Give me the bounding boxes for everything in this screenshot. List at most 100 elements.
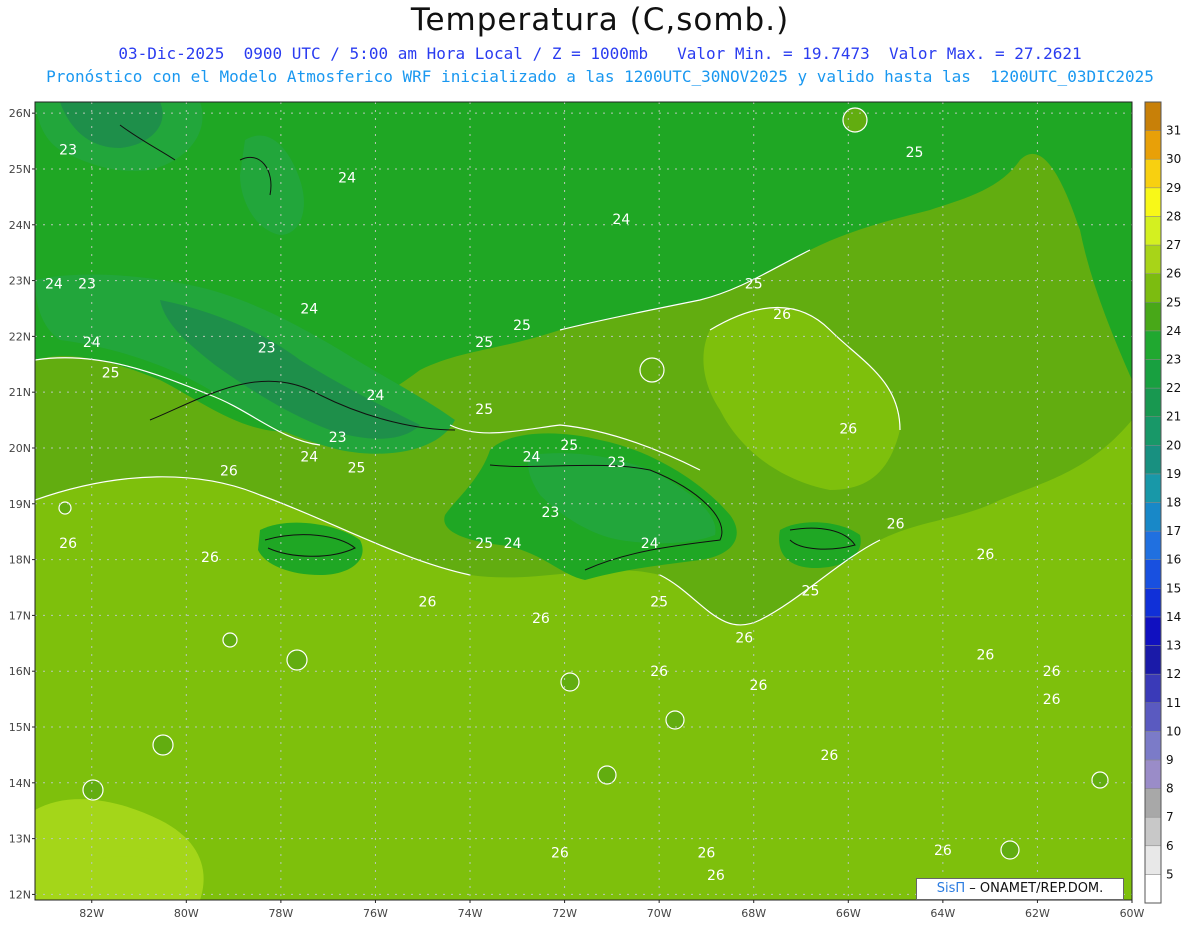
colorbar-swatch [1144,273,1162,303]
colorbar-label: 7 [1166,810,1174,824]
lat-label: 17N [9,609,31,622]
colorbar-label: 20 [1166,438,1181,452]
colorbar-swatch [1144,530,1162,560]
colorbar-label: 23 [1166,352,1181,366]
colorbar-swatch [1144,616,1162,646]
contour-label: 25 [802,583,820,599]
lon-label: 64W [930,907,955,920]
lat-label: 13N [9,833,31,846]
colorbar-swatch [1144,673,1162,704]
contour-label: 24 [338,170,356,186]
lat-label: 14N [9,777,31,790]
colorbar-swatch [1144,759,1162,789]
contour-label: 24 [641,536,659,552]
contour-label: 26 [977,547,995,563]
contour-label: 24 [367,388,385,404]
lon-label: 66W [836,907,861,920]
credit-text: – ONAMET/REP.DOM. [969,881,1104,896]
colorbar-swatch [1144,588,1162,618]
colorbar-swatch [1144,302,1162,332]
contour-label: 24 [300,449,318,465]
colorbar-label: 8 [1166,782,1174,796]
credit-box: SisΠ – ONAMET/REP.DOM. [916,878,1124,900]
colorbar-swatch [1144,645,1162,675]
contour-label: 26 [820,748,838,764]
contour-label: 26 [750,678,768,694]
sispi-logo: SisΠ [936,881,966,896]
colorbar-swatch [1144,874,1162,904]
contour-label: 26 [59,536,77,552]
contour-label: 26 [201,550,219,566]
contour-label: 25 [906,145,924,161]
colorbar-label: 31 [1166,124,1181,138]
latitude-labels: 26N 25N 24N 23N 22N 21N 20N 19N 18N 17N 16N 15N 14N 1… [9,107,35,901]
colorbar-label: 6 [1166,839,1174,853]
contour-label: 25 [513,318,531,334]
colorbar-label: 15 [1166,581,1181,595]
colorbar-swatch [1144,216,1162,246]
lon-label: 80W [174,907,199,920]
colorbar-label: 26 [1166,267,1181,281]
lon-label: 60W [1120,907,1145,920]
colorbar-swatch [1144,330,1162,360]
colorbar-label: 25 [1166,295,1181,309]
contour-label: 24 [523,449,541,465]
contour-label: 24 [612,212,630,228]
colorbar: 5 6 7 8 9 10 11 12 13 14 15 16 17 18 19 20 21 22 23 24 25 26 2… [1144,101,1181,904]
colorbar-swatch [1144,130,1162,160]
contour-label: 25 [560,438,578,454]
colorbar-swatch [1144,473,1162,503]
colorbar-label: 22 [1166,381,1181,395]
colorbar-label: 13 [1166,639,1181,653]
colorbar-swatch [1144,702,1162,732]
contour-label: 26 [1043,664,1061,680]
lat-label: 22N [9,330,31,343]
contour-label: 23 [608,455,626,471]
contour-label: 23 [258,341,276,357]
colorbar-swatch [1144,187,1162,217]
contour-label: 26 [1043,692,1061,708]
lat-label: 20N [9,442,31,455]
contour-label: 23 [329,430,347,446]
contour-label: 23 [541,505,559,521]
lat-label: 24N [9,219,31,232]
contour-label: 25 [348,461,366,477]
colorbar-swatch [1144,244,1162,274]
colorbar-swatch [1144,845,1162,875]
lon-label: 62W [1025,907,1050,920]
contour-label: 26 [707,868,725,884]
lat-label: 25N [9,163,31,176]
colorbar-label: 30 [1166,152,1181,166]
contour-label: 26 [735,631,753,647]
contour-label: 25 [475,536,493,552]
colorbar-label: 27 [1166,238,1181,252]
colorbar-label: 9 [1166,753,1174,767]
colorbar-label: 19 [1166,467,1181,481]
lon-label: 74W [458,907,483,920]
colorbar-swatch [1144,788,1162,818]
colorbar-swatch [1144,502,1162,532]
colorbar-label: 16 [1166,553,1181,567]
colorbar-label: 24 [1166,324,1181,338]
contour-label: 23 [78,276,96,292]
lat-label: 21N [9,386,31,399]
lat-label: 23N [9,275,31,288]
colorbar-swatch [1144,387,1162,417]
colorbar-swatch [1144,158,1162,189]
lat-label: 18N [9,554,31,567]
contour-label: 24 [300,301,318,317]
contour-label: 24 [504,536,522,552]
colorbar-label: 10 [1166,724,1181,738]
lon-label: 76W [363,907,388,920]
contour-label: 26 [887,516,905,532]
contour-label: 23 [59,142,77,158]
colorbar-label: 14 [1166,610,1181,624]
contour-label: 24 [83,335,101,351]
colorbar-swatch [1144,731,1162,761]
plot-area [35,102,1132,900]
contour-label: 26 [650,664,668,680]
colorbar-swatch [1144,101,1162,131]
lon-label: 78W [268,907,293,920]
lon-label: 82W [79,907,104,920]
contour-label: 26 [773,307,791,323]
